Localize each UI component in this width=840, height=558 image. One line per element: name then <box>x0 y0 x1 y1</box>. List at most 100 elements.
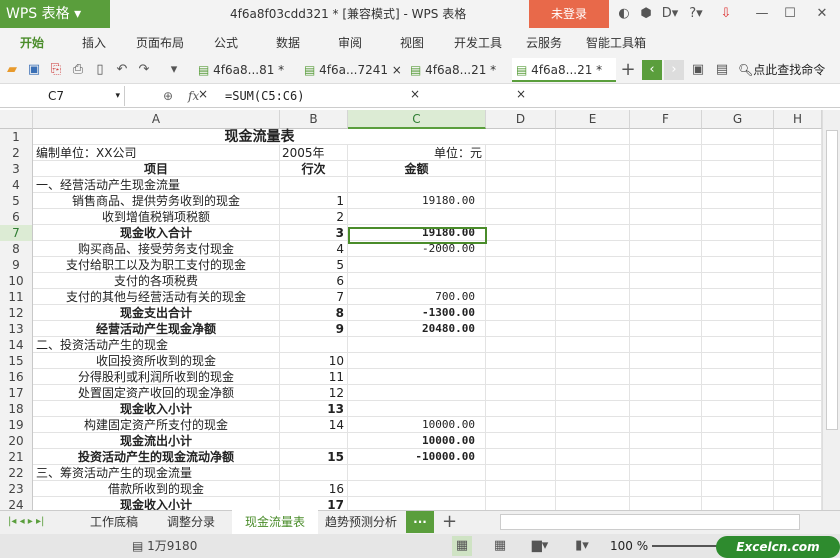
row-header[interactable]: 12 <box>0 305 33 321</box>
row-header[interactable]: 18 <box>0 401 33 417</box>
row-header[interactable]: 23 <box>0 481 33 497</box>
cell-c15[interactable] <box>348 353 486 369</box>
column-header-F[interactable]: F <box>630 110 702 129</box>
cell-b22[interactable] <box>280 465 348 481</box>
cell-empty[interactable] <box>702 433 774 449</box>
cell-empty[interactable] <box>630 385 702 401</box>
cell-empty[interactable] <box>486 337 556 353</box>
cell-empty[interactable] <box>630 177 702 193</box>
normal-view-icon[interactable]: ▦ <box>452 536 472 556</box>
row-header[interactable]: 20 <box>0 433 33 449</box>
cell-c10[interactable] <box>348 273 486 289</box>
print-icon[interactable]: ⎙ <box>68 60 88 80</box>
cell-a18[interactable]: 现金收入小计 <box>33 401 280 417</box>
cell-empty[interactable] <box>774 193 822 209</box>
cell-empty[interactable] <box>630 241 702 257</box>
cell-empty[interactable] <box>774 417 822 433</box>
cell-empty[interactable] <box>702 145 774 161</box>
more-sheets-icon[interactable]: ··· <box>406 511 434 533</box>
cell-empty[interactable] <box>486 129 556 145</box>
cell-empty[interactable] <box>630 417 702 433</box>
cell-empty[interactable] <box>774 257 822 273</box>
cell-empty[interactable] <box>774 321 822 337</box>
cell-b13[interactable]: 9 <box>280 321 348 337</box>
cell-empty[interactable] <box>486 193 556 209</box>
cell-empty[interactable] <box>630 225 702 241</box>
cell-b8[interactable]: 4 <box>280 241 348 257</box>
cell-empty[interactable] <box>556 273 630 289</box>
reading-mode-icon[interactable]: ▆▾ <box>530 536 550 556</box>
row-header[interactable]: 1 <box>0 129 33 145</box>
cell-empty[interactable] <box>486 449 556 465</box>
cell-empty[interactable] <box>556 305 630 321</box>
export-pdf-icon[interactable]: ⎘ <box>46 60 66 80</box>
row-header[interactable]: 14 <box>0 337 33 353</box>
menu-7[interactable]: 开发工具 <box>454 28 502 58</box>
cell-b9[interactable]: 5 <box>280 257 348 273</box>
cell-b3[interactable]: 行次 <box>280 161 348 177</box>
cell-empty[interactable] <box>556 385 630 401</box>
cell-empty[interactable] <box>486 305 556 321</box>
cell-empty[interactable] <box>630 257 702 273</box>
cell-b2[interactable]: 2005年 <box>280 145 348 161</box>
cell-empty[interactable] <box>486 257 556 273</box>
sheet-nav-icons[interactable]: |◂ ◂ ▸ ▸| <box>8 510 44 534</box>
cell-a7[interactable]: 现金收入合计 <box>33 225 280 241</box>
cell-c16[interactable] <box>348 369 486 385</box>
cell-c12[interactable]: -1300.00 <box>348 305 486 321</box>
cell-c21[interactable]: -10000.00 <box>348 449 486 465</box>
undo-icon[interactable]: ↶ <box>112 60 132 80</box>
cell-empty[interactable] <box>774 305 822 321</box>
cell-empty[interactable] <box>486 241 556 257</box>
cell-empty[interactable] <box>702 257 774 273</box>
eye-protection-icon[interactable]: ▮▾ <box>572 536 592 556</box>
minimize-icon[interactable]: — <box>752 4 772 24</box>
cell-a1[interactable]: 现金流量表 <box>33 129 486 145</box>
cell-empty[interactable] <box>630 401 702 417</box>
cell-empty[interactable] <box>774 225 822 241</box>
cell-empty[interactable] <box>774 465 822 481</box>
cell-a5[interactable]: 销售商品、提供劳务收到的现金 <box>33 193 280 209</box>
corner[interactable] <box>0 110 33 129</box>
cell-empty[interactable] <box>702 417 774 433</box>
column-header-H[interactable]: H <box>774 110 822 129</box>
cell-c11[interactable]: 700.00 <box>348 289 486 305</box>
cell-empty[interactable] <box>702 497 774 510</box>
cell-empty[interactable] <box>630 497 702 510</box>
cell-empty[interactable] <box>556 225 630 241</box>
zoom-level[interactable]: 100 % <box>610 534 648 558</box>
cell-empty[interactable] <box>556 497 630 510</box>
tab-next-icon[interactable]: › <box>664 60 684 80</box>
cell-empty[interactable] <box>486 353 556 369</box>
cell-empty[interactable] <box>630 481 702 497</box>
row-header[interactable]: 5 <box>0 193 33 209</box>
format-painter-icon[interactable]: ▤ <box>712 60 732 80</box>
formula-input[interactable]: =SUM(C5:C6) <box>225 86 304 106</box>
cell-c24[interactable] <box>348 497 486 510</box>
menu-2[interactable]: 页面布局 <box>136 28 184 58</box>
cell-empty[interactable] <box>630 289 702 305</box>
cell-c5[interactable]: 19180.00 <box>348 193 486 209</box>
cell-empty[interactable] <box>486 145 556 161</box>
cell-empty[interactable] <box>774 177 822 193</box>
cell-a20[interactable]: 现金流出小计 <box>33 433 280 449</box>
doc-tab-3[interactable]: ▤ 4f6a8...21 * × <box>512 58 616 101</box>
app-menu-button[interactable]: WPS 表格 ▾ <box>0 0 110 28</box>
selected-cell-c7[interactable] <box>348 227 487 244</box>
cell-empty[interactable] <box>630 145 702 161</box>
menu-0[interactable]: 开始 <box>20 28 44 58</box>
cell-empty[interactable] <box>774 385 822 401</box>
horizontal-scrollbar[interactable] <box>500 514 800 530</box>
cell-empty[interactable] <box>774 209 822 225</box>
menu-8[interactable]: 云服务 <box>526 28 562 58</box>
cell-empty[interactable] <box>774 129 822 145</box>
column-header-G[interactable]: G <box>702 110 774 129</box>
cell-b24[interactable]: 17 <box>280 497 348 510</box>
cell-empty[interactable] <box>556 257 630 273</box>
cell-empty[interactable] <box>630 353 702 369</box>
cell-empty[interactable] <box>774 401 822 417</box>
cell-empty[interactable] <box>630 193 702 209</box>
settings-icon[interactable]: ⬢ <box>636 4 656 24</box>
cell-empty[interactable] <box>702 241 774 257</box>
cell-empty[interactable] <box>774 145 822 161</box>
